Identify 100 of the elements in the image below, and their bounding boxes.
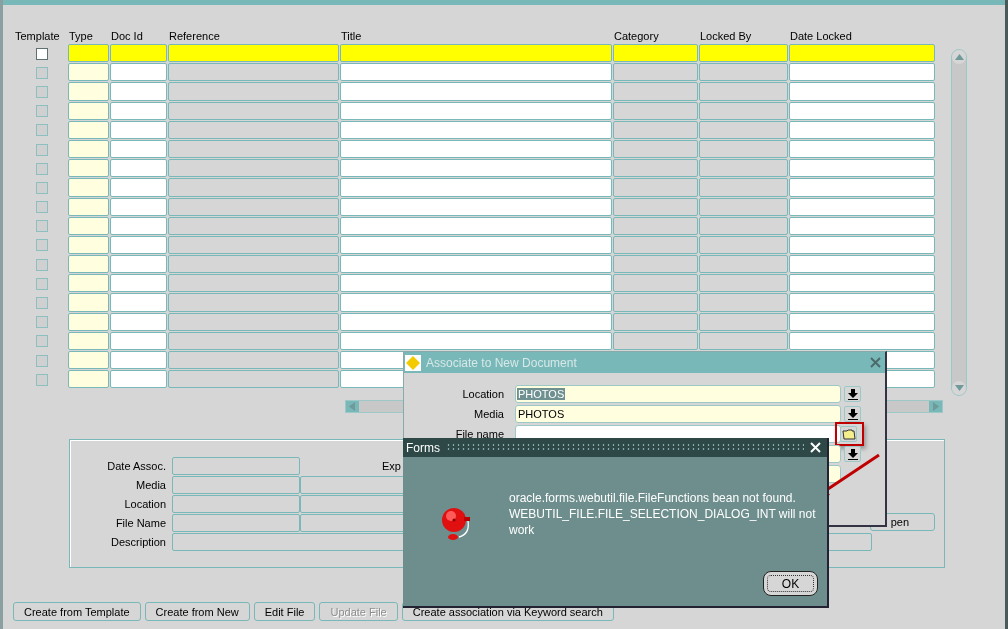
- checkbox[interactable]: [35, 277, 48, 290]
- table-cell[interactable]: [788, 312, 935, 331]
- table-cell[interactable]: [167, 139, 339, 159]
- table-cell[interactable]: [109, 120, 167, 139]
- table-cell[interactable]: [788, 44, 935, 63]
- table-cell[interactable]: [698, 44, 788, 63]
- input-field[interactable]: [172, 456, 300, 475]
- table-cell[interactable]: [339, 178, 612, 197]
- table-cell[interactable]: [339, 197, 612, 216]
- table-cell[interactable]: [612, 101, 698, 120]
- table-cell[interactable]: [67, 159, 109, 178]
- table-cell[interactable]: [109, 331, 167, 350]
- table-cell[interactable]: [612, 235, 698, 255]
- checkbox[interactable]: [35, 181, 48, 194]
- table-cell[interactable]: [788, 139, 935, 159]
- table-cell[interactable]: [612, 159, 698, 178]
- table-cell[interactable]: [698, 120, 788, 139]
- table-cell[interactable]: [109, 293, 167, 312]
- table-cell[interactable]: [109, 216, 167, 235]
- table-cell[interactable]: [67, 216, 109, 235]
- checkbox[interactable]: [35, 335, 48, 348]
- table-cell[interactable]: [698, 178, 788, 197]
- table-cell[interactable]: [67, 370, 109, 389]
- table-cell[interactable]: [167, 351, 339, 370]
- ok-button[interactable]: OK: [763, 571, 818, 596]
- table-cell[interactable]: [167, 312, 339, 331]
- list-button[interactable]: [844, 406, 861, 422]
- table-cell[interactable]: [167, 331, 339, 350]
- table-cell[interactable]: [698, 82, 788, 101]
- table-cell[interactable]: [788, 120, 935, 139]
- table-cell[interactable]: [167, 255, 339, 274]
- table-cell[interactable]: [788, 293, 935, 312]
- table-cell[interactable]: [612, 63, 698, 82]
- table-cell[interactable]: [612, 331, 698, 350]
- table-cell[interactable]: [109, 274, 167, 293]
- table-cell[interactable]: [339, 139, 612, 159]
- list-button[interactable]: [844, 446, 861, 462]
- checkbox[interactable]: [35, 66, 48, 79]
- table-cell[interactable]: [788, 274, 935, 293]
- table-cell[interactable]: [612, 312, 698, 331]
- table-cell[interactable]: [612, 293, 698, 312]
- list-button[interactable]: [844, 386, 861, 402]
- table-cell[interactable]: [339, 274, 612, 293]
- table-cell[interactable]: [612, 197, 698, 216]
- table-cell[interactable]: [67, 312, 109, 331]
- table-cell[interactable]: [698, 331, 788, 350]
- table-cell[interactable]: [698, 139, 788, 159]
- action-button[interactable]: Edit File: [253, 602, 316, 621]
- table-cell[interactable]: [109, 82, 167, 101]
- table-cell[interactable]: [167, 370, 339, 389]
- table-cell[interactable]: [698, 235, 788, 255]
- table-cell[interactable]: [67, 235, 109, 255]
- table-cell[interactable]: [698, 255, 788, 274]
- action-button[interactable]: Create from Template: [13, 602, 141, 621]
- checkbox[interactable]: [35, 162, 48, 175]
- table-cell[interactable]: [698, 101, 788, 120]
- table-cell[interactable]: [788, 197, 935, 216]
- table-cell[interactable]: [167, 63, 339, 82]
- table-cell[interactable]: [788, 159, 935, 178]
- checkbox[interactable]: [35, 220, 48, 233]
- table-cell[interactable]: [339, 159, 612, 178]
- table-cell[interactable]: [339, 235, 612, 255]
- table-cell[interactable]: [788, 235, 935, 255]
- table-cell[interactable]: [339, 312, 612, 331]
- table-cell[interactable]: [67, 351, 109, 370]
- table-cell[interactable]: [67, 293, 109, 312]
- table-cell[interactable]: [788, 331, 935, 350]
- table-cell[interactable]: [339, 82, 612, 101]
- table-cell[interactable]: [109, 197, 167, 216]
- table-cell[interactable]: [167, 159, 339, 178]
- table-cell[interactable]: [109, 351, 167, 370]
- checkbox[interactable]: [35, 85, 48, 98]
- table-cell[interactable]: [67, 82, 109, 101]
- table-cell[interactable]: [339, 120, 612, 139]
- table-cell[interactable]: [612, 44, 698, 63]
- table-cell[interactable]: [109, 370, 167, 389]
- table-cell[interactable]: [109, 63, 167, 82]
- table-cell[interactable]: [67, 120, 109, 139]
- table-cell[interactable]: [109, 159, 167, 178]
- table-cell[interactable]: [67, 178, 109, 197]
- checkbox[interactable]: [35, 297, 48, 310]
- table-cell[interactable]: [167, 235, 339, 255]
- table-cell[interactable]: [788, 82, 935, 101]
- table-cell[interactable]: [612, 216, 698, 235]
- table-cell[interactable]: [339, 216, 612, 235]
- table-cell[interactable]: [788, 216, 935, 235]
- table-cell[interactable]: [612, 255, 698, 274]
- table-cell[interactable]: [167, 178, 339, 197]
- vertical-scrollbar[interactable]: [951, 49, 967, 396]
- checkbox[interactable]: [35, 373, 48, 386]
- table-cell[interactable]: [109, 255, 167, 274]
- table-cell[interactable]: [339, 293, 612, 312]
- table-cell[interactable]: [109, 312, 167, 331]
- table-cell[interactable]: [109, 235, 167, 255]
- table-cell[interactable]: [67, 139, 109, 159]
- table-cell[interactable]: [167, 216, 339, 235]
- table-cell[interactable]: [67, 255, 109, 274]
- input-field[interactable]: [172, 494, 300, 513]
- checkbox[interactable]: [35, 124, 48, 137]
- checkbox[interactable]: [35, 258, 48, 271]
